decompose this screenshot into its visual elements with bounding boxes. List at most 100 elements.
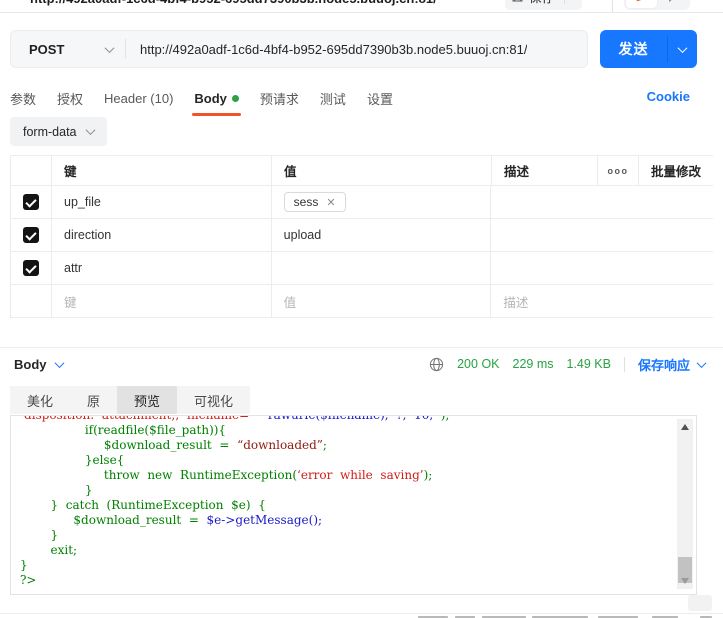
- request-title-url: http://492a0adf-1c6d-4bf4-b952-695dd7390…: [30, 0, 437, 6]
- file-chip[interactable]: sess ✕: [284, 192, 346, 212]
- code-segment: exit;: [20, 543, 77, 557]
- body-type-label: form-data: [23, 125, 77, 139]
- response-size: 1.49 KB: [567, 357, 611, 371]
- code-segment: }: [20, 528, 58, 542]
- code-line: } catch (RuntimeException $e) {: [20, 498, 696, 513]
- tab-label: 授权: [57, 89, 83, 108]
- scroll-corner-button[interactable]: [688, 595, 712, 611]
- header-value: 值: [272, 156, 492, 185]
- new-value-input[interactable]: 值: [272, 285, 492, 317]
- tab--[interactable]: 授权: [57, 89, 83, 110]
- response-meta-divider: [624, 357, 625, 372]
- scroll-down-arrow-icon[interactable]: [681, 578, 689, 584]
- response-body-label: Body: [14, 357, 47, 372]
- view-tab-可视化[interactable]: 可视化: [177, 386, 250, 414]
- send-button[interactable]: 发送: [600, 30, 667, 68]
- row-key[interactable]: up_file: [52, 186, 272, 218]
- code-line: }: [20, 528, 696, 543]
- form-data-table: 键 值 描述 ooo 批量修改 up_file sess ✕ directionupl…: [10, 155, 713, 318]
- code-line: -disposition: attachment;, filename="" r…: [20, 415, 696, 423]
- row-desc[interactable]: [491, 252, 713, 284]
- top-toolbar: http://492a0adf-1c6d-4bf4-b952-695dd7390…: [0, 0, 723, 13]
- code-segment: );: [433, 415, 449, 422]
- file-chip-label: sess: [294, 195, 319, 209]
- cookie-link[interactable]: Cookie: [647, 89, 690, 104]
- tab-label: 预请求: [260, 89, 299, 108]
- code-segment: );: [424, 468, 433, 482]
- row-desc[interactable]: [491, 219, 713, 251]
- table-row: attr: [11, 252, 713, 285]
- code-line: }else{: [20, 453, 696, 468]
- code-segment: throw new RuntimeException(: [20, 468, 297, 482]
- row-key[interactable]: attr: [52, 252, 272, 284]
- tab-label: 设置: [367, 89, 393, 108]
- scroll-up-arrow-icon[interactable]: [681, 424, 689, 430]
- code-line: $download_result = $e->getMessage();: [20, 513, 696, 528]
- code-segment: $e->getMessage();: [207, 513, 323, 527]
- method-label: POST: [29, 42, 64, 57]
- globe-icon[interactable]: [429, 357, 444, 372]
- edit-comment-toggle: [624, 0, 690, 10]
- send-options-button[interactable]: [668, 30, 697, 68]
- new-key-input[interactable]: 键: [52, 285, 272, 317]
- save-response-button[interactable]: 保存响应: [638, 355, 705, 374]
- header-checkbox-cell: [11, 156, 52, 185]
- checkbox-checked[interactable]: [23, 194, 39, 210]
- comment-icon: [666, 0, 679, 3]
- more-options-button[interactable]: ooo: [598, 156, 639, 185]
- code-segment: if(readfile($file_path)){: [20, 423, 226, 437]
- url-input[interactable]: http://492a0adf-1c6d-4bf4-b952-695dd7390…: [126, 42, 527, 57]
- view-tab-预览[interactable]: 预览: [117, 386, 177, 414]
- tab--[interactable]: 参数: [10, 89, 36, 110]
- new-desc-input[interactable]: 描述: [491, 285, 713, 317]
- tab--[interactable]: 设置: [367, 89, 393, 110]
- response-toolbar: Body 200 OK 229 ms 1.49 KB 保存响应: [0, 348, 723, 380]
- code-line: }: [20, 558, 696, 573]
- code-segment: ?>: [20, 573, 37, 587]
- code-segment: ‘error while saving’: [297, 468, 424, 482]
- save-button[interactable]: 保存: [505, 0, 582, 10]
- table-row: up_file sess ✕: [11, 186, 713, 219]
- tab-body[interactable]: Body: [194, 91, 239, 108]
- table-body: up_file sess ✕ directionuploadattr键值描述: [11, 186, 713, 318]
- pen-icon: [635, 0, 648, 3]
- row-key[interactable]: direction: [52, 219, 272, 251]
- tab--[interactable]: 测试: [320, 89, 346, 110]
- code-scrollbar[interactable]: [677, 419, 693, 589]
- method-select[interactable]: POST: [11, 42, 125, 57]
- code-segment: $download_result =: [20, 513, 207, 527]
- row-value[interactable]: upload: [272, 219, 492, 251]
- response-body-chevron-icon: [54, 358, 64, 368]
- body-type-select[interactable]: form-data: [10, 117, 107, 146]
- send-split-button: 发送: [600, 30, 697, 68]
- row-value[interactable]: [272, 252, 492, 284]
- header-key: 键: [52, 156, 272, 185]
- code-segment: }: [20, 558, 28, 572]
- remove-file-icon[interactable]: ✕: [326, 196, 335, 209]
- code-line: if(readfile($file_path)){: [20, 423, 696, 438]
- placeholder-row: 键值描述: [11, 285, 713, 318]
- batch-edit-button[interactable]: 批量修改: [639, 156, 713, 185]
- response-meta: 200 OK 229 ms 1.49 KB 保存响应: [429, 355, 705, 374]
- response-body-select[interactable]: Body: [14, 357, 63, 372]
- tab-header-10-[interactable]: Header (10): [104, 91, 173, 108]
- api-client-window: http://492a0adf-1c6d-4bf4-b952-695dd7390…: [0, 0, 723, 618]
- row-checkbox-cell: [11, 252, 52, 284]
- checkbox-checked[interactable]: [23, 227, 39, 243]
- tab--[interactable]: 预请求: [260, 89, 299, 110]
- response-preview-panel: -disposition: attachment;, filename="" r…: [10, 415, 697, 595]
- method-chevron-icon: [105, 43, 115, 53]
- tab-label: 参数: [10, 89, 36, 108]
- view-tab-原[interactable]: 原: [70, 386, 117, 414]
- code-segment: “downloaded”: [237, 438, 323, 452]
- checkbox-checked[interactable]: [23, 260, 39, 276]
- row-desc[interactable]: [491, 186, 713, 218]
- row-checkbox-cell: [11, 285, 52, 317]
- tab-label: Body: [194, 91, 227, 106]
- comment-mode-button[interactable]: [657, 0, 688, 8]
- row-value[interactable]: sess ✕: [272, 186, 492, 218]
- edit-mode-button[interactable]: [626, 0, 657, 8]
- save-response-chevron-icon: [697, 358, 707, 368]
- send-chevron-icon: [678, 43, 688, 53]
- view-tab-美化[interactable]: 美化: [10, 386, 70, 414]
